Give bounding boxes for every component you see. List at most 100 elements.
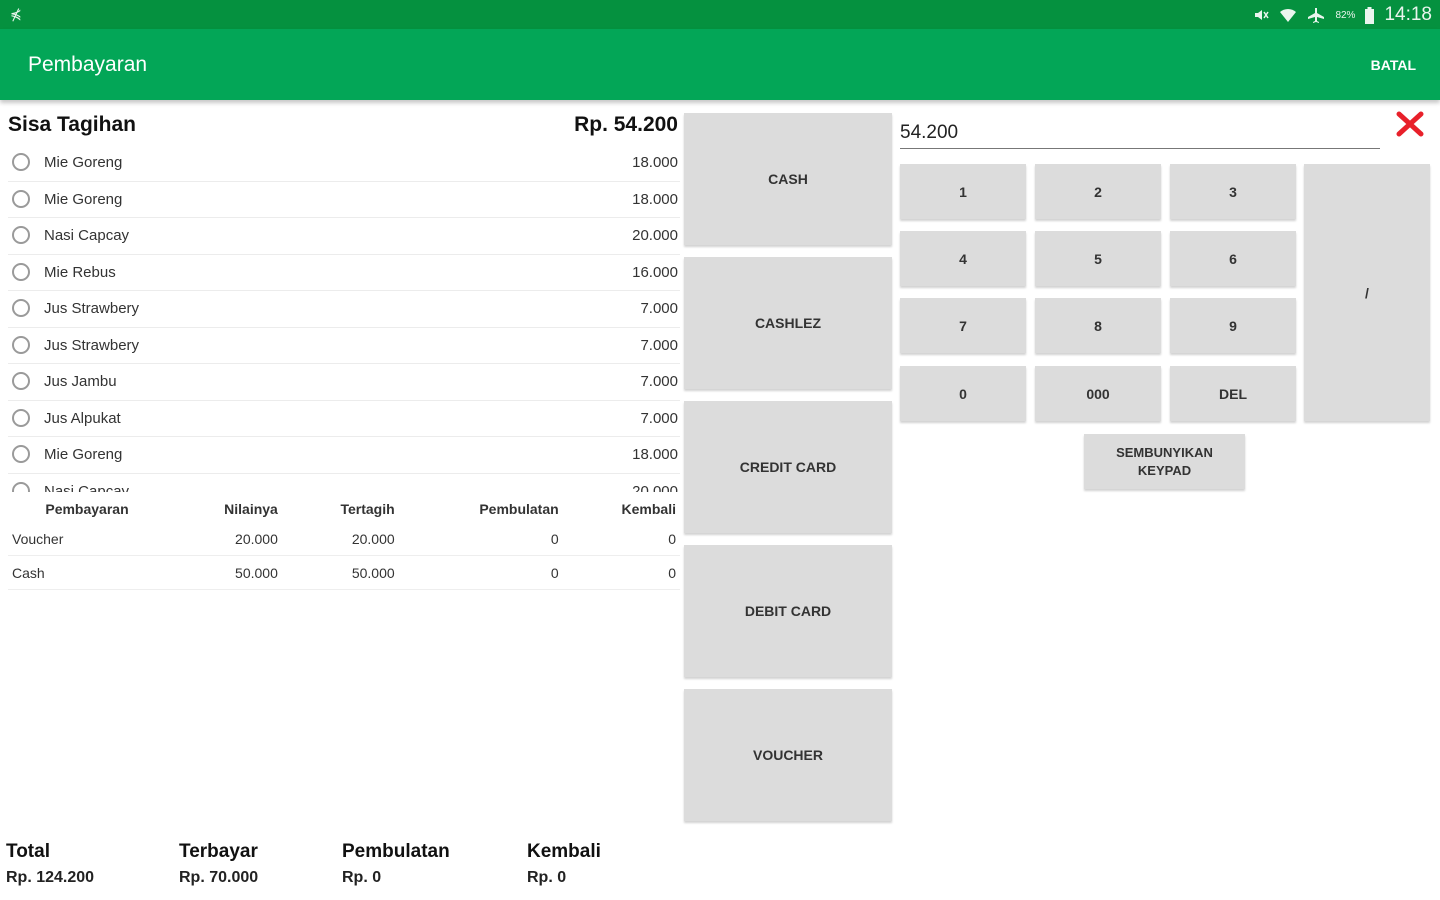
payment-row[interactable]: Voucher 20.000 20.000 0 0 bbox=[8, 522, 680, 556]
item-price: 7.000 bbox=[640, 409, 678, 427]
bill-item-list[interactable]: Mie Goreng 18.000 Mie Goreng 18.000 Nasi Cap… bbox=[8, 145, 680, 492]
item-price: 18.000 bbox=[632, 154, 678, 171]
item-radio-button[interactable] bbox=[12, 153, 30, 171]
debit-card-button[interactable]: DEBIT CARD bbox=[684, 545, 892, 677]
item-radio-button[interactable] bbox=[12, 372, 30, 390]
payment-row[interactable]: Cash 50.000 50.000 0 0 bbox=[8, 555, 680, 590]
item-radio-button[interactable] bbox=[12, 262, 30, 281]
payment-type: Voucher bbox=[8, 522, 166, 556]
clock: 14:18 bbox=[1384, 4, 1432, 25]
payment-change: 0 bbox=[562, 522, 680, 556]
airplane-icon bbox=[1308, 8, 1325, 23]
payment-amount: 20.000 bbox=[166, 522, 282, 556]
col-header-tertagih: Tertagih bbox=[340, 501, 395, 517]
payment-billed: 20.000 bbox=[281, 522, 399, 556]
item-price: 20.000 bbox=[632, 482, 678, 493]
payment-table-header: Pembayaran Nilainya Tertagih Pembulatan … bbox=[8, 496, 680, 522]
item-radio-button[interactable] bbox=[12, 335, 30, 354]
status-bar: ⋠ 82% 14:18 bbox=[0, 0, 1440, 29]
summary-paid: Terbayar Rp. 70.000 bbox=[179, 841, 349, 887]
key-2[interactable]: 2 bbox=[1035, 164, 1161, 219]
item-price: 7.000 bbox=[640, 300, 678, 317]
item-name: Nasi Capcay bbox=[44, 227, 130, 244]
key-0[interactable]: 0 bbox=[900, 366, 1026, 421]
item-radio-button[interactable] bbox=[12, 408, 30, 427]
item-radio-button[interactable] bbox=[12, 481, 30, 492]
credit-card-button[interactable]: CREDIT CARD bbox=[684, 401, 892, 533]
payment-change: 0 bbox=[562, 555, 680, 590]
item-radio-button[interactable] bbox=[12, 445, 30, 463]
item-name: Jus Strawbery bbox=[44, 300, 140, 317]
key-3[interactable]: 3 bbox=[1170, 164, 1296, 219]
summary-change-value: Rp. 0 bbox=[527, 869, 567, 886]
summary-total-label: Total bbox=[6, 841, 50, 862]
bill-item-row[interactable]: Jus Strawbery 7.000 bbox=[8, 291, 680, 328]
payment-table: Pembayaran Nilainya Tertagih Pembulatan … bbox=[8, 496, 680, 590]
remaining-bill-label: Sisa Tagihan bbox=[8, 113, 136, 136]
bill-item-row[interactable]: Jus Strawbery 7.000 bbox=[8, 328, 680, 364]
item-price: 7.000 bbox=[640, 336, 678, 354]
bill-item-row[interactable]: Mie Rebus 16.000 bbox=[8, 255, 680, 291]
hide-keypad-button[interactable]: SEMBUNYIKAN KEYPAD bbox=[1084, 434, 1245, 489]
bill-item-row[interactable]: Mie Goreng 18.000 bbox=[8, 182, 680, 218]
payment-amount: 50.000 bbox=[166, 555, 282, 590]
clear-icon[interactable] bbox=[1394, 108, 1426, 140]
remaining-bill-value: Rp. 54.200 bbox=[574, 113, 678, 136]
payment-billed: 50.000 bbox=[281, 555, 399, 590]
key-1[interactable]: 1 bbox=[900, 164, 1026, 219]
item-radio-button[interactable] bbox=[12, 226, 30, 244]
cashlez-button[interactable]: CASHLEZ bbox=[684, 257, 892, 389]
status-icons: 82% 14:18 bbox=[1253, 4, 1432, 26]
item-name: Mie Goreng bbox=[44, 446, 123, 463]
key-7[interactable]: 7 bbox=[900, 298, 1026, 353]
key-slash[interactable]: / bbox=[1304, 164, 1430, 421]
amount-input[interactable] bbox=[900, 118, 1380, 149]
bill-item-row[interactable]: Nasi Capcay 20.000 bbox=[8, 474, 680, 493]
summary-paid-label: Terbayar bbox=[179, 841, 258, 862]
item-price: 7.000 bbox=[640, 373, 678, 390]
col-header-pembayaran: Pembayaran bbox=[45, 501, 129, 517]
key-5[interactable]: 5 bbox=[1035, 231, 1161, 286]
item-price: 18.000 bbox=[632, 446, 678, 463]
item-name: Nasi Capcay bbox=[44, 482, 130, 493]
item-radio-button[interactable] bbox=[12, 189, 30, 208]
summary-paid-value: Rp. 70.000 bbox=[179, 869, 259, 886]
payment-rounding: 0 bbox=[398, 555, 563, 590]
item-price: 20.000 bbox=[632, 227, 678, 244]
item-radio-button[interactable] bbox=[12, 299, 30, 317]
item-name: Mie Rebus bbox=[44, 263, 116, 281]
bill-item-row[interactable]: Nasi Capcay 20.000 bbox=[8, 218, 680, 255]
summary-rounding-label: Pembulatan bbox=[342, 841, 450, 862]
summary-total-value: Rp. 124.200 bbox=[6, 869, 95, 886]
key-9[interactable]: 9 bbox=[1170, 298, 1296, 353]
summary-change: Kembali Rp. 0 bbox=[527, 841, 697, 887]
item-name: Jus Jambu bbox=[44, 373, 117, 390]
battery-percent: 82% bbox=[1335, 9, 1356, 21]
key-8[interactable]: 8 bbox=[1035, 298, 1161, 353]
col-header-nilainya: Nilainya bbox=[224, 501, 278, 517]
page-title: Pembayaran bbox=[28, 53, 148, 76]
key-6[interactable]: 6 bbox=[1170, 231, 1296, 286]
app-bar: Pembayaran BATAL bbox=[0, 29, 1440, 100]
key-4[interactable]: 4 bbox=[900, 231, 1026, 286]
voucher-button[interactable]: VOUCHER bbox=[684, 689, 892, 821]
summary-change-label: Kembali bbox=[527, 841, 601, 862]
bill-item-row[interactable]: Mie Goreng 18.000 bbox=[8, 437, 680, 474]
cash-button[interactable]: CASH bbox=[684, 113, 892, 245]
bill-item-row[interactable]: Jus Jambu 7.000 bbox=[8, 364, 680, 401]
payment-rounding: 0 bbox=[398, 522, 563, 556]
item-name: Jus Strawbery bbox=[44, 336, 140, 354]
summary-rounding: Pembulatan Rp. 0 bbox=[342, 841, 512, 887]
bill-item-row[interactable]: Jus Alpukat 7.000 bbox=[8, 401, 680, 437]
bill-item-row[interactable]: Mie Goreng 18.000 bbox=[8, 145, 680, 182]
mute-icon bbox=[1255, 10, 1270, 20]
item-name: Jus Alpukat bbox=[44, 409, 121, 427]
col-header-kembali: Kembali bbox=[621, 501, 676, 517]
key-000[interactable]: 000 bbox=[1035, 366, 1161, 421]
battery-icon bbox=[1365, 6, 1375, 24]
summary-total: Total Rp. 124.200 bbox=[6, 841, 176, 887]
key-del[interactable]: DEL bbox=[1170, 366, 1296, 421]
cancel-button[interactable]: BATAL bbox=[1371, 57, 1416, 73]
wifi-icon bbox=[1280, 8, 1297, 22]
item-name: Mie Goreng bbox=[44, 154, 123, 171]
